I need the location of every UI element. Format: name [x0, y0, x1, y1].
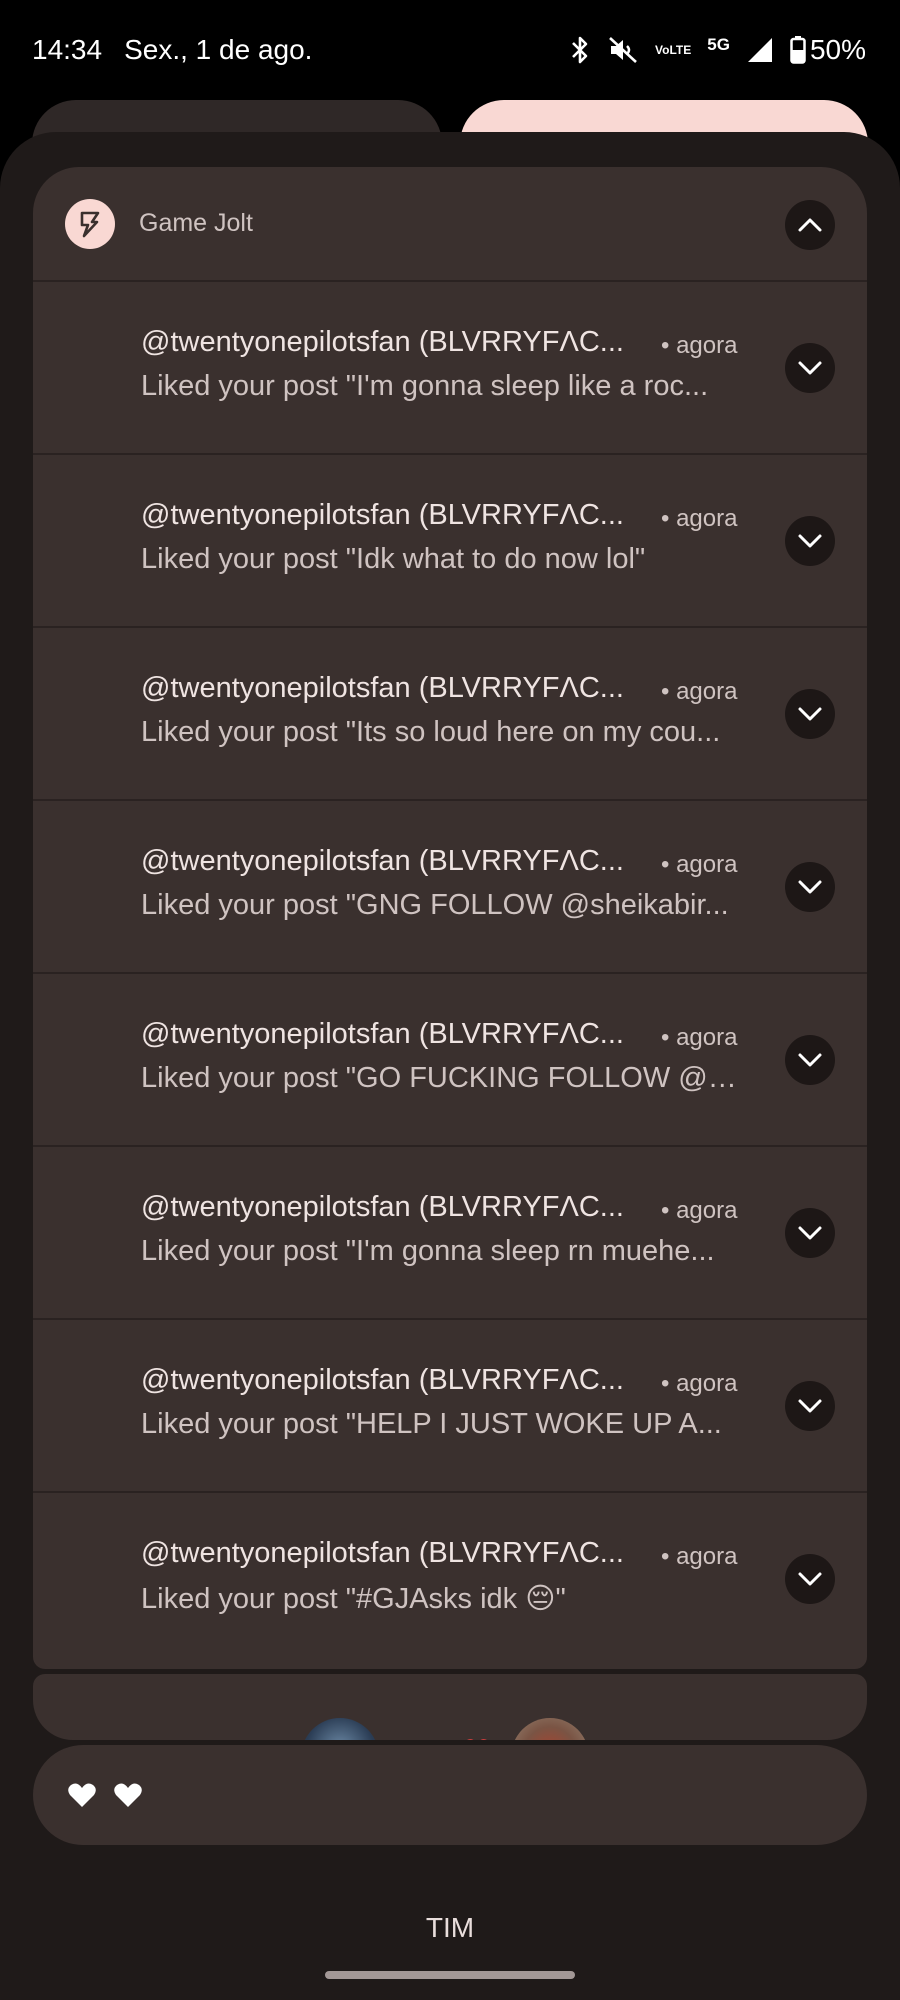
- notification-time: • agora: [661, 1543, 738, 1570]
- notification-item[interactable]: @twentyonepilotsfan (BLVRRYFΛC... • agor…: [33, 1147, 867, 1320]
- battery-icon: [790, 36, 806, 64]
- bluetooth-icon: [569, 35, 591, 65]
- heart-icon: [467, 1739, 487, 1740]
- expand-button[interactable]: [785, 516, 835, 566]
- game-jolt-icon: [65, 198, 115, 249]
- battery-indicator: 50%: [790, 34, 866, 66]
- avatar: [301, 1718, 379, 1740]
- chevron-up-icon: [798, 218, 822, 232]
- notification-title: @twentyonepilotsfan (BLVRRYFΛC...: [141, 1537, 624, 1569]
- avatar: [511, 1718, 589, 1740]
- expand-button[interactable]: [785, 1554, 835, 1604]
- notification-title: @twentyonepilotsfan (BLVRRYFΛC...: [141, 1018, 624, 1050]
- notification-title: @twentyonepilotsfan (BLVRRYFΛC...: [141, 326, 624, 358]
- chevron-down-icon: [798, 707, 822, 721]
- notification-body: Liked your post "Its so loud here on my …: [141, 716, 721, 748]
- status-bar: 14:34 Sex., 1 de ago. Vo LTE 5G 50%: [0, 0, 900, 100]
- chevron-down-icon: [798, 1572, 822, 1586]
- app-name: Game Jolt: [139, 209, 253, 237]
- notification-title: @twentyonepilotsfan (BLVRRYFΛC...: [141, 845, 624, 877]
- expand-button[interactable]: [785, 862, 835, 912]
- notification-item[interactable]: @twentyonepilotsfan (BLVRRYFΛC... • agor…: [33, 628, 867, 801]
- notification-title: @twentyonepilotsfan (BLVRRYFΛC...: [141, 1364, 624, 1396]
- notification-item[interactable]: @twentyonepilotsfan (BLVRRYFΛC... • agor…: [33, 801, 867, 974]
- notification-title: @twentyonepilotsfan (BLVRRYFΛC...: [141, 672, 624, 704]
- notification-item[interactable]: @twentyonepilotsfan (BLVRRYFΛC... • agor…: [33, 1493, 867, 1666]
- notification-time: • agora: [661, 1197, 738, 1224]
- clock: 14:34: [32, 34, 103, 65]
- notification-time: • agora: [661, 332, 738, 359]
- message-card[interactable]: ❤ ❤: [33, 1745, 867, 1845]
- notification-item[interactable]: @twentyonepilotsfan (BLVRRYFΛC... • agor…: [33, 282, 867, 455]
- notification-title: @twentyonepilotsfan (BLVRRYFΛC...: [141, 1191, 624, 1223]
- group-header[interactable]: Game Jolt: [33, 167, 867, 282]
- notification-body: Liked your post "GO FUCKING FOLLOW @A...: [141, 1062, 751, 1094]
- notification-body: Liked your post "HELP I JUST WOKE UP A..…: [141, 1408, 722, 1440]
- expand-button[interactable]: [785, 1381, 835, 1431]
- chevron-down-icon: [798, 361, 822, 375]
- volte-icon: Vo LTE: [655, 42, 692, 57]
- notification-body: Liked your post "Idk what to do now lol": [141, 543, 646, 575]
- notification-time: • agora: [661, 1024, 738, 1051]
- chevron-down-icon: [798, 1399, 822, 1413]
- notification-body: Liked your post "GNG FOLLOW @sheikabir..…: [141, 889, 729, 921]
- notification-time: • agora: [661, 851, 738, 878]
- network-type: 5G: [707, 35, 730, 54]
- mute-icon: [607, 35, 639, 65]
- notification-body: Liked your post "I'm gonna sleep like a …: [141, 370, 709, 402]
- chevron-down-icon: [798, 534, 822, 548]
- signal-icon: [746, 36, 774, 64]
- notification-item[interactable]: @twentyonepilotsfan (BLVRRYFΛC... • agor…: [33, 455, 867, 628]
- notification-time: • agora: [661, 505, 738, 532]
- chevron-down-icon: [798, 880, 822, 894]
- notification-body: Liked your post "I'm gonna sleep rn mueh…: [141, 1235, 715, 1267]
- notification-item[interactable]: @twentyonepilotsfan (BLVRRYFΛC... • agor…: [33, 1320, 867, 1493]
- notification-time: • agora: [661, 1370, 738, 1397]
- chevron-down-icon: [798, 1226, 822, 1240]
- date: Sex., 1 de ago.: [124, 34, 313, 65]
- notification-body: Liked your post "#GJAsks idk 😔": [141, 1583, 566, 1615]
- expand-button[interactable]: [785, 689, 835, 739]
- expand-button[interactable]: [785, 343, 835, 393]
- home-indicator[interactable]: [325, 1971, 575, 1979]
- notification-group: Game Jolt @twentyonepilotsfan (BLVRRYFΛC…: [33, 167, 867, 1669]
- collapse-button[interactable]: [785, 200, 835, 250]
- battery-percent: 50%: [809, 34, 866, 65]
- expand-button[interactable]: [785, 1208, 835, 1258]
- notification-title: @twentyonepilotsfan (BLVRRYFΛC...: [141, 499, 624, 531]
- expand-button[interactable]: [785, 1035, 835, 1085]
- heart-icon: [68, 1783, 96, 1807]
- collapsed-notification[interactable]: [33, 1674, 867, 1740]
- chevron-down-icon: [798, 1053, 822, 1067]
- heart-icon: [114, 1783, 142, 1807]
- carrier-label: TIM: [425, 1912, 475, 1943]
- notification-item[interactable]: @twentyonepilotsfan (BLVRRYFΛC... • agor…: [33, 974, 867, 1147]
- notification-time: • agora: [661, 678, 738, 705]
